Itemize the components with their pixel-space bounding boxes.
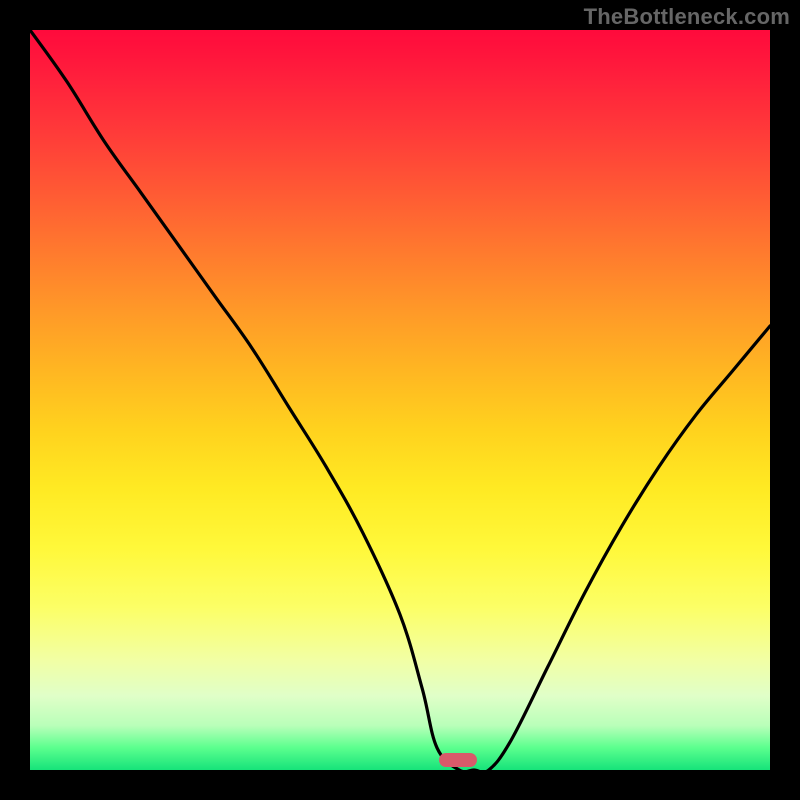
chart-frame: TheBottleneck.com (0, 0, 800, 800)
bottleneck-curve-path (30, 30, 770, 770)
watermark-text: TheBottleneck.com (584, 4, 790, 30)
curve-svg (30, 30, 770, 770)
optimal-marker (439, 753, 477, 767)
plot-area (30, 30, 770, 770)
